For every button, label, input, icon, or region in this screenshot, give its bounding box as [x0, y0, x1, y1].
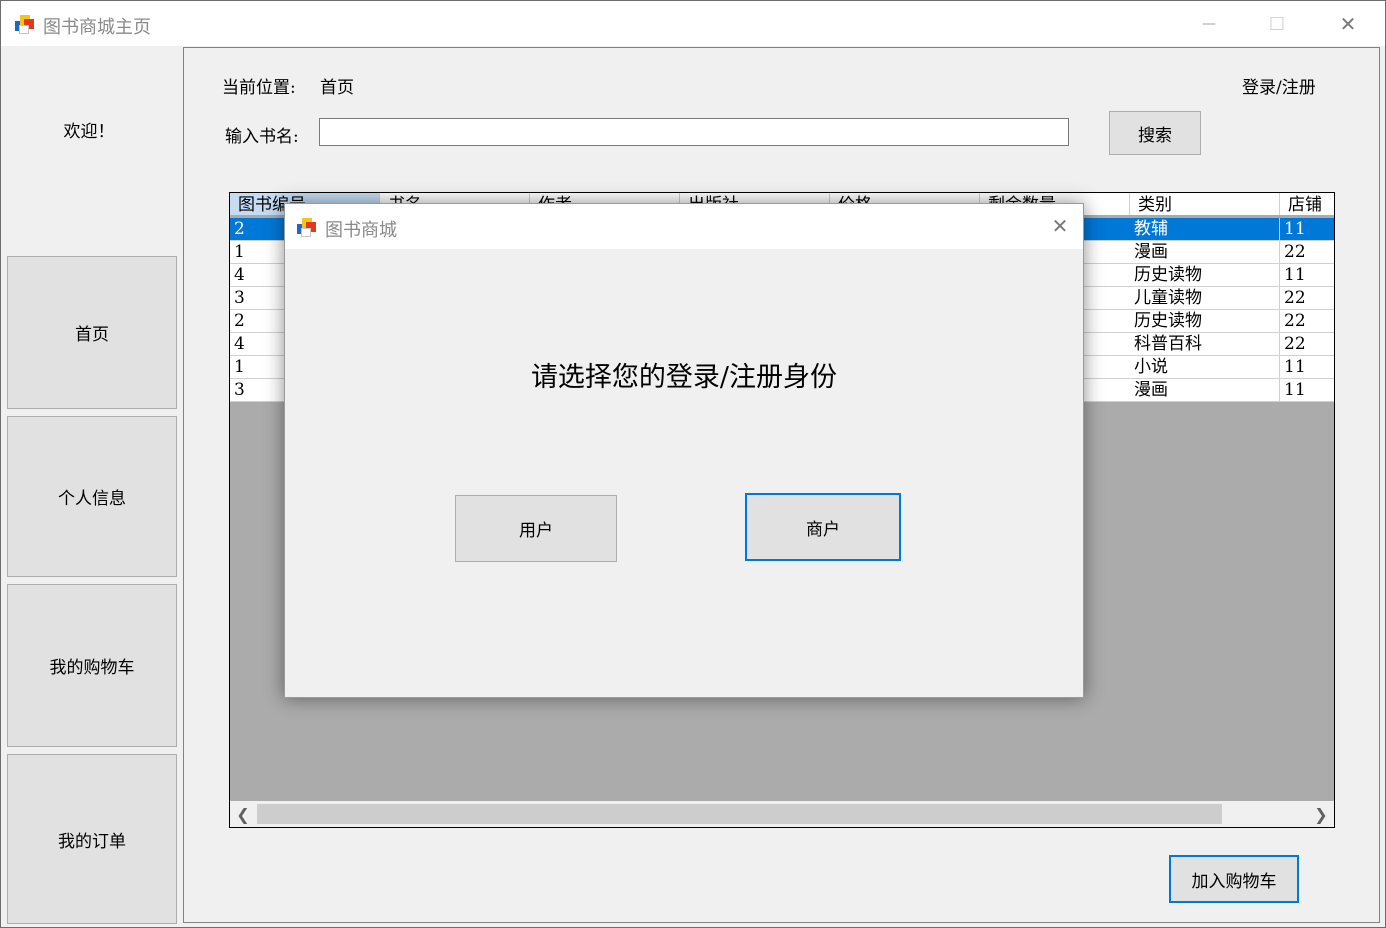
cell-category: 小说: [1130, 356, 1280, 378]
cell-category: 漫画: [1130, 379, 1280, 401]
dialog-title-bar: 图书商城 ✕: [285, 204, 1083, 249]
location-label: 当前位置:: [222, 78, 296, 98]
cell-shop: 11: [1280, 264, 1334, 286]
app-icon: [297, 216, 317, 237]
scroll-left-icon[interactable]: ❮: [232, 803, 254, 825]
cell-shop: 22: [1280, 333, 1334, 355]
cell-category: 儿童读物: [1130, 287, 1280, 309]
window-title: 图书商城主页: [43, 17, 151, 38]
search-input[interactable]: [319, 118, 1069, 146]
search-button[interactable]: 搜索: [1109, 111, 1201, 155]
welcome-label: 欢迎！: [63, 122, 115, 142]
scroll-right-icon[interactable]: ❯: [1310, 803, 1332, 825]
sidebar: 欢迎！ 首页 个人信息 我的购物车 我的订单: [4, 47, 181, 925]
column-header[interactable]: 类别: [1130, 193, 1280, 215]
cell-shop: 22: [1280, 287, 1334, 309]
login-register-link[interactable]: 登录/注册: [1242, 73, 1316, 98]
add-to-cart-button[interactable]: 加入购物车: [1169, 855, 1299, 903]
close-icon[interactable]: ✕: [1325, 7, 1371, 41]
cell-shop: 22: [1280, 241, 1334, 263]
dialog-title: 图书商城: [325, 220, 397, 241]
horizontal-scrollbar[interactable]: ❮ ❯: [230, 801, 1334, 827]
cell-shop: 22: [1280, 310, 1334, 332]
location-value: 首页: [320, 78, 354, 98]
close-icon[interactable]: ✕: [1037, 209, 1083, 243]
cell-shop: 11: [1280, 218, 1334, 240]
column-header[interactable]: 店铺: [1280, 193, 1334, 215]
cell-category: 教辅: [1130, 218, 1280, 240]
dialog-prompt: 请选择您的登录/注册身份: [530, 362, 838, 393]
cell-category: 历史读物: [1130, 310, 1280, 332]
cell-category: 科普百科: [1130, 333, 1280, 355]
sidebar-item-cart[interactable]: 我的购物车: [7, 584, 177, 747]
login-role-dialog: 图书商城 ✕ 请选择您的登录/注册身份 用户 商户: [284, 203, 1084, 698]
title-bar: 图书商城主页 — ☐ ✕: [1, 1, 1385, 46]
maximize-icon[interactable]: ☐: [1254, 7, 1300, 41]
sidebar-item-profile[interactable]: 个人信息: [7, 416, 177, 577]
search-label: 输入书名:: [225, 127, 299, 147]
sidebar-item-home[interactable]: 首页: [7, 256, 177, 409]
cell-shop: 11: [1280, 356, 1334, 378]
sidebar-item-orders[interactable]: 我的订单: [7, 754, 177, 924]
minimize-icon[interactable]: —: [1186, 7, 1232, 41]
cell-category: 漫画: [1130, 241, 1280, 263]
cell-category: 历史读物: [1130, 264, 1280, 286]
app-icon: [15, 13, 35, 34]
scroll-thumb[interactable]: [257, 804, 1222, 824]
cell-shop: 11: [1280, 379, 1334, 401]
merchant-button[interactable]: 商户: [745, 493, 901, 561]
user-button[interactable]: 用户: [455, 495, 617, 562]
